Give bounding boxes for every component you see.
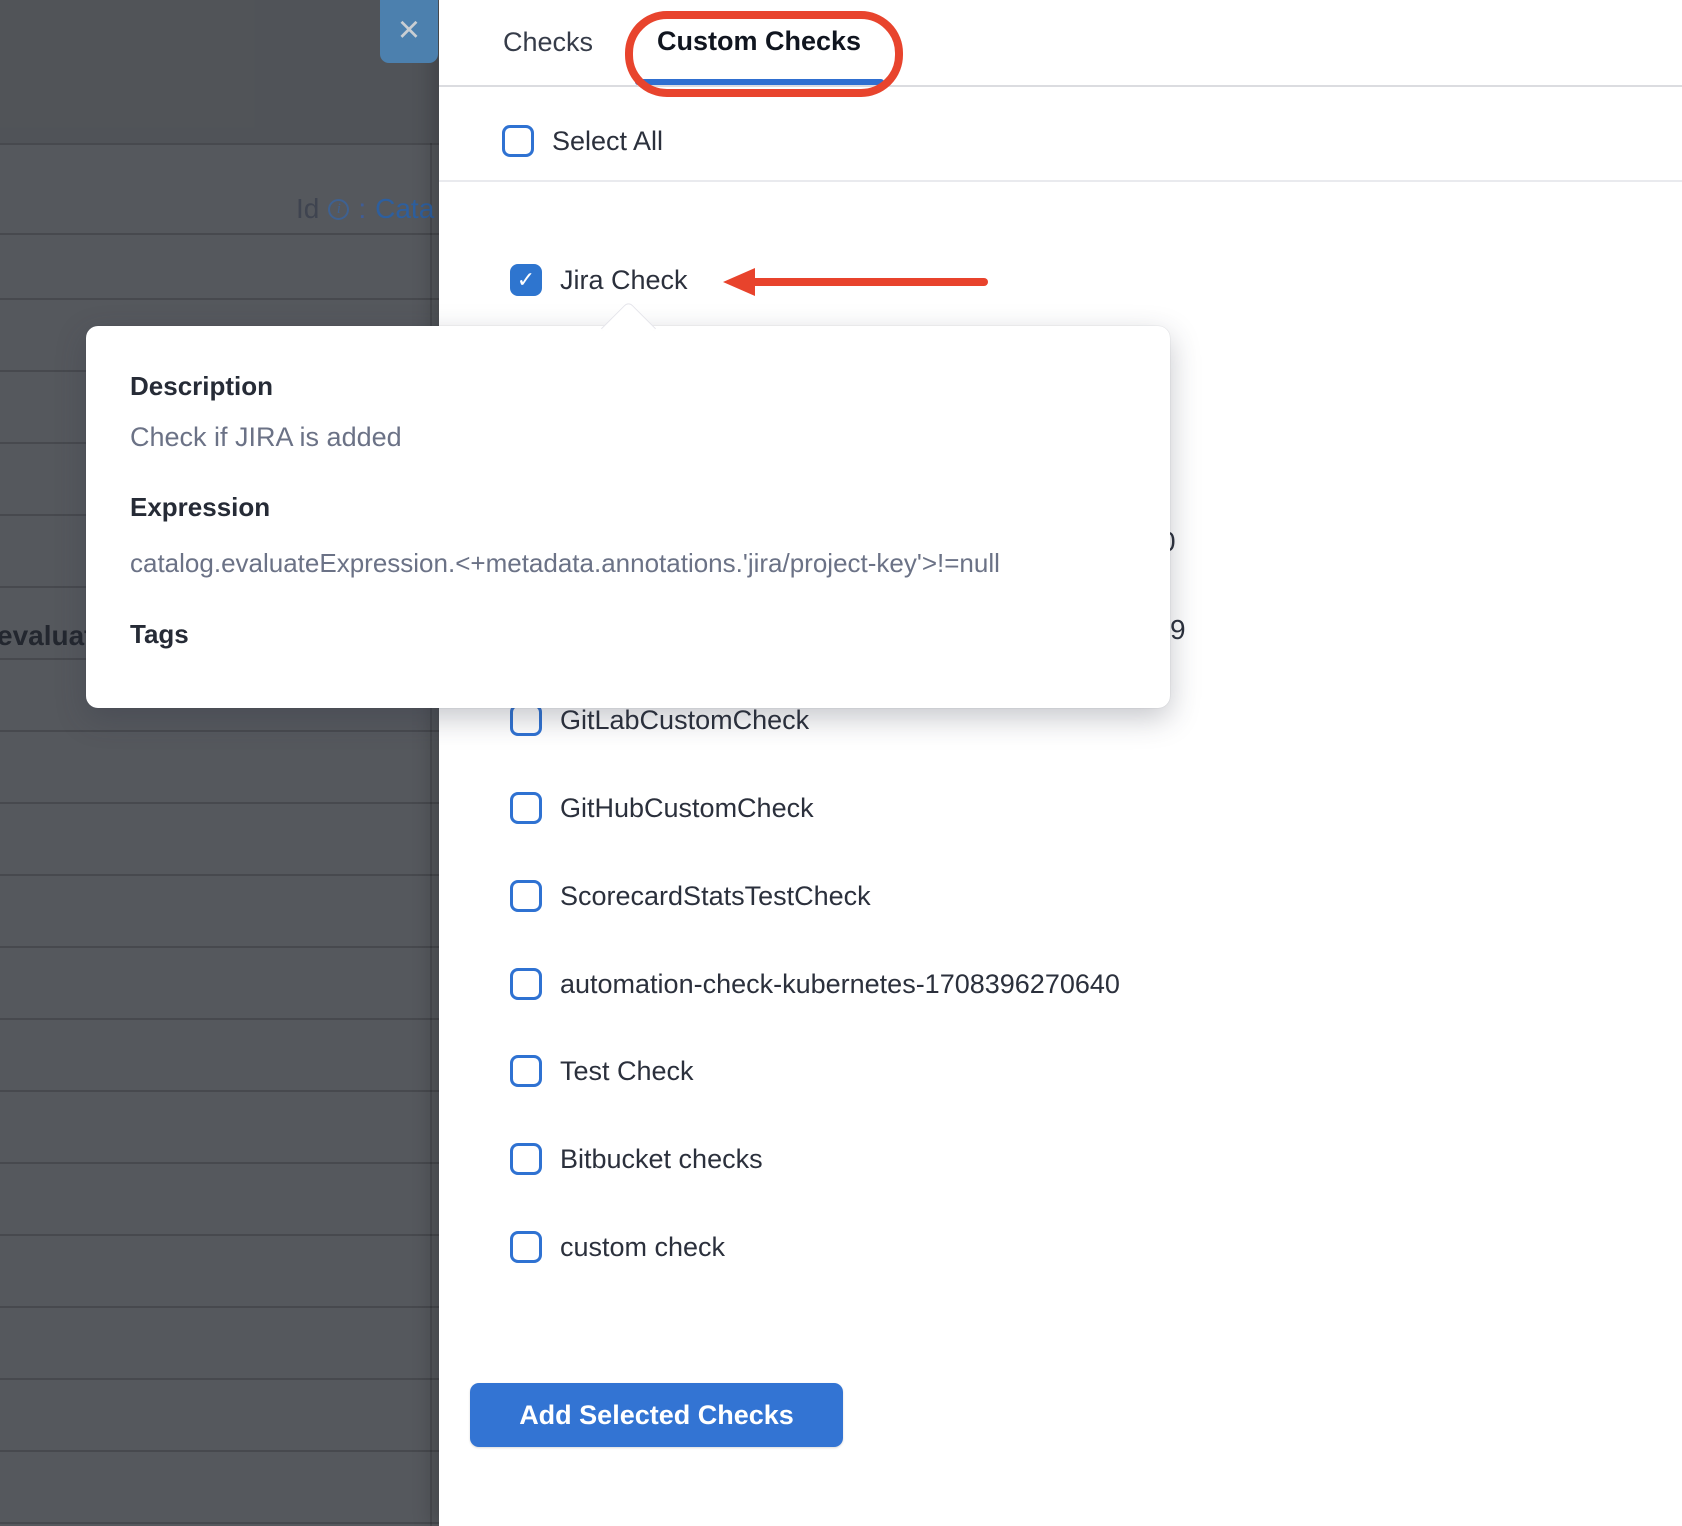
background-table-row-line <box>0 1162 439 1164</box>
close-icon: × <box>398 11 420 49</box>
background-table-row-line <box>0 1090 439 1092</box>
tooltip-expression-text: catalog.evaluateExpression.<+metadata.an… <box>130 548 1000 579</box>
close-button[interactable]: × <box>380 0 438 63</box>
check-label: custom check <box>560 1232 725 1263</box>
check-label: Test Check <box>560 1056 694 1087</box>
add-selected-checks-button[interactable]: Add Selected Checks <box>470 1383 843 1447</box>
background-table-row-line <box>0 802 439 804</box>
obscured-row-fragment: 9 <box>1170 616 1186 644</box>
background-table-row-line <box>0 1378 439 1380</box>
check-label: GitHubCustomCheck <box>560 793 814 824</box>
scorecardstats-check-checkbox[interactable] <box>510 880 542 912</box>
select-all-row[interactable]: Select All <box>502 125 663 157</box>
check-row-gitlab[interactable]: GitLabCustomCheck <box>510 704 809 736</box>
select-all-divider <box>439 180 1682 182</box>
info-icon: i <box>328 199 349 220</box>
check-label: Jira Check <box>560 265 688 296</box>
custom-check-checkbox[interactable] <box>510 1231 542 1263</box>
tab-checks[interactable]: Checks <box>503 27 593 58</box>
jira-check-tooltip: Description Check if JIRA is added Expre… <box>86 326 1170 708</box>
checkmark-icon: ✓ <box>517 269 535 291</box>
checks-side-panel: Checks Custom Checks Select All ✓ Jira C… <box>439 0 1682 1526</box>
check-row-custom-check[interactable]: custom check <box>510 1231 725 1263</box>
tooltip-expression-heading: Expression <box>130 492 270 523</box>
id-value-fragment: Cata <box>375 193 434 225</box>
background-table-row-line <box>0 233 439 235</box>
background-table-row-line <box>0 1306 439 1308</box>
bitbucket-check-checkbox[interactable] <box>510 1143 542 1175</box>
background-table-row-line <box>0 1450 439 1452</box>
check-row-github[interactable]: GitHubCustomCheck <box>510 792 814 824</box>
check-row-test-check[interactable]: Test Check <box>510 1055 694 1087</box>
background-table-header: Id i : Cata <box>296 193 434 225</box>
background-table-row-line <box>0 1522 439 1524</box>
check-label: GitLabCustomCheck <box>560 705 809 736</box>
jira-check-checkbox[interactable]: ✓ <box>510 264 542 296</box>
check-label: ScorecardStatsTestCheck <box>560 881 871 912</box>
tooltip-description-heading: Description <box>130 371 273 402</box>
dimmed-background: Id i : Cata evaluat <box>0 0 439 1526</box>
automation-check-checkbox[interactable] <box>510 968 542 1000</box>
tooltip-tags-heading: Tags <box>130 619 189 650</box>
background-table-row-line <box>0 1234 439 1236</box>
check-row-bitbucket[interactable]: Bitbucket checks <box>510 1143 763 1175</box>
background-table-header-band <box>0 0 439 143</box>
test-check-checkbox[interactable] <box>510 1055 542 1087</box>
id-separator: : <box>358 193 366 225</box>
background-table-row-line <box>0 298 439 300</box>
background-table-row-line <box>0 946 439 948</box>
select-all-label: Select All <box>552 126 663 157</box>
check-row-scorecardstats[interactable]: ScorecardStatsTestCheck <box>510 880 871 912</box>
id-column-label: Id <box>296 193 319 225</box>
github-check-checkbox[interactable] <box>510 792 542 824</box>
check-row-automation-kubernetes[interactable]: automation-check-kubernetes-170839627064… <box>510 968 1120 1000</box>
background-table-row-line <box>0 143 439 145</box>
gitlab-check-checkbox[interactable] <box>510 704 542 736</box>
tab-bar-divider <box>439 85 1682 87</box>
tooltip-description-text: Check if JIRA is added <box>130 422 402 453</box>
check-label: Bitbucket checks <box>560 1144 763 1175</box>
background-table-row-line <box>0 1018 439 1020</box>
background-table-row-line <box>0 874 439 876</box>
tab-custom-checks[interactable]: Custom Checks <box>657 26 861 57</box>
background-cell-fragment: evaluat <box>0 620 94 652</box>
check-label: automation-check-kubernetes-170839627064… <box>560 969 1120 1000</box>
check-row-jira[interactable]: ✓ Jira Check <box>510 264 688 296</box>
select-all-checkbox[interactable] <box>502 125 534 157</box>
background-table-row-line <box>0 730 439 732</box>
